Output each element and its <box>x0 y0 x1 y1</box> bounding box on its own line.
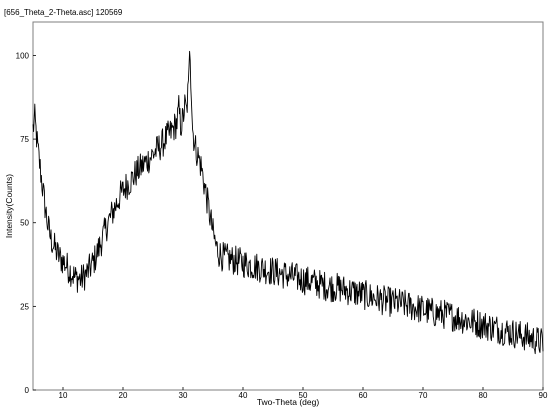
xrd-plot-window: [656_Theta_2-Theta.asc] 120569 Two-Theta… <box>0 0 554 413</box>
x-tick-label: 30 <box>179 391 188 400</box>
x-tick-label: 70 <box>419 391 428 400</box>
y-tick-label: 50 <box>20 219 29 228</box>
x-tick-label: 60 <box>359 391 368 400</box>
x-tick-label: 10 <box>59 391 68 400</box>
y-axis-title: Intensity(Counts) <box>4 174 14 238</box>
y-tick-label: 100 <box>16 51 30 60</box>
xrd-line-chart: Two-Theta (deg) Intensity(Counts) 10 20 30… <box>4 21 548 407</box>
plot-area-frame <box>32 21 544 391</box>
y-tick-label: 0 <box>25 386 30 395</box>
x-tick-label: 80 <box>479 391 488 400</box>
x-tick-label: 50 <box>299 391 308 400</box>
x-axis-title: Two-Theta (deg) <box>257 397 320 407</box>
x-tick-label: 90 <box>539 391 548 400</box>
x-tick-label: 20 <box>119 391 128 400</box>
y-tick-label: 75 <box>20 135 29 144</box>
y-tick-label: 25 <box>20 302 29 311</box>
x-tick-label: 40 <box>239 391 248 400</box>
